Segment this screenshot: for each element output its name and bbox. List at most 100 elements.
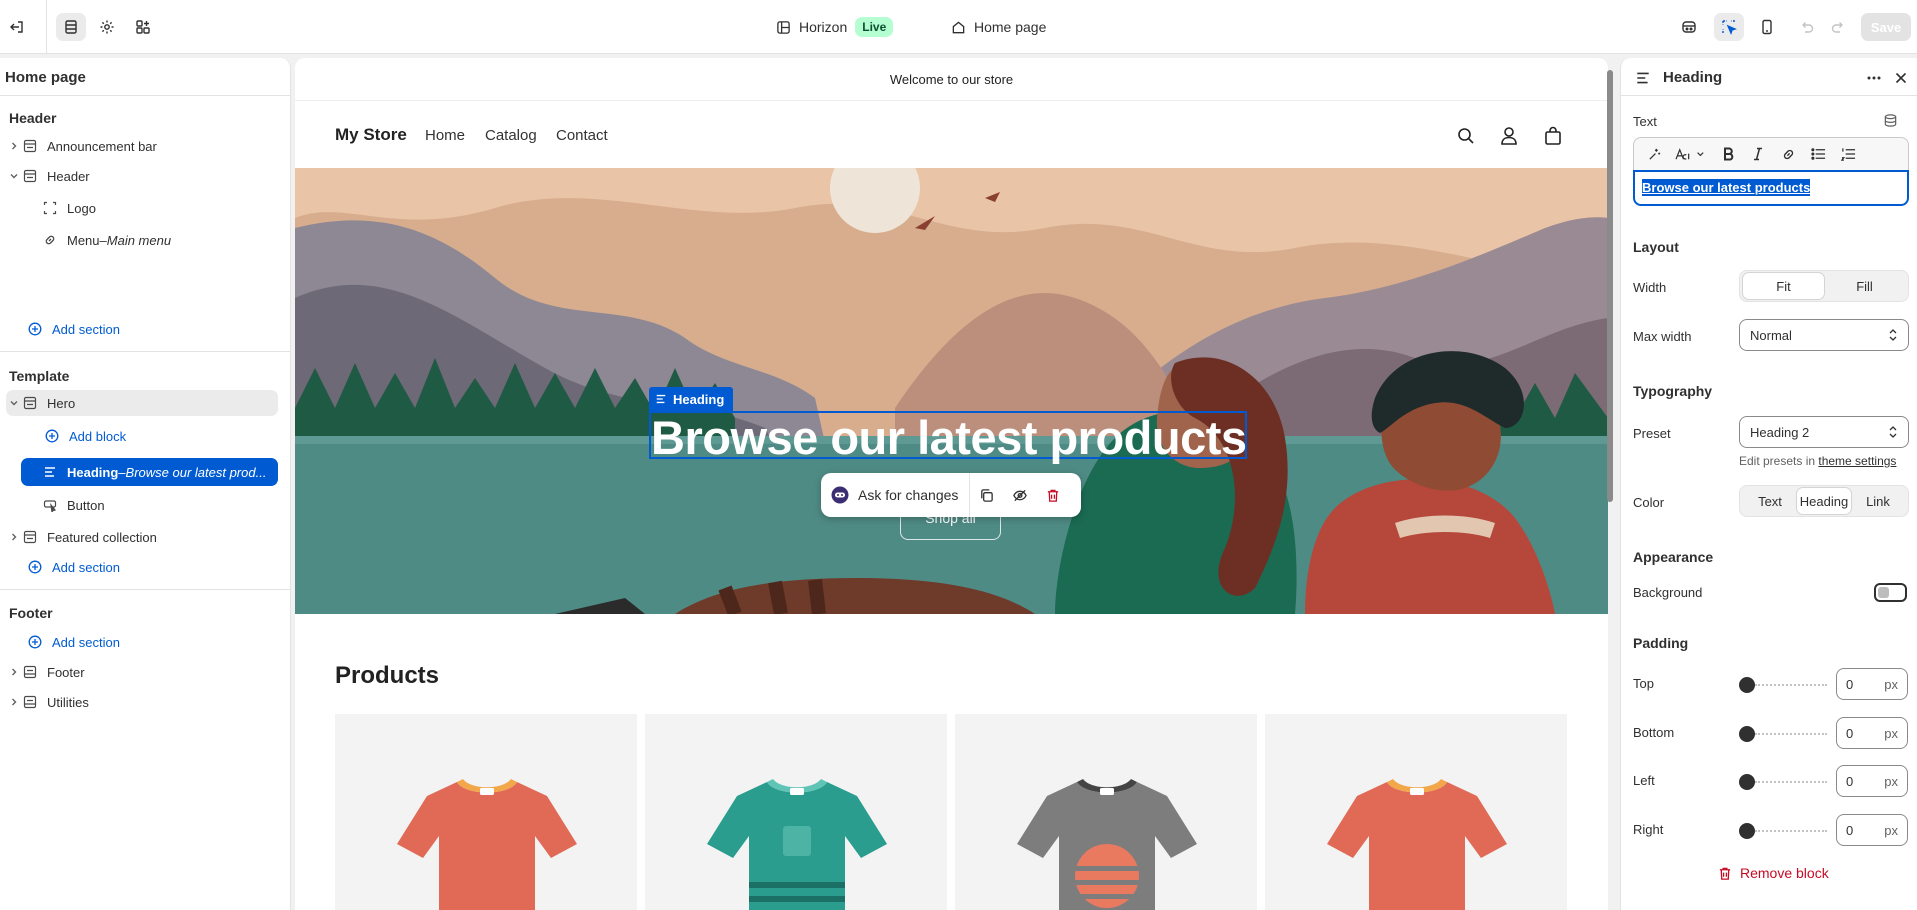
slider-knob[interactable] bbox=[1739, 677, 1755, 693]
add-section-header-button[interactable]: Add section bbox=[27, 316, 267, 342]
add-block-button[interactable]: Add block bbox=[44, 423, 274, 449]
nav-contact[interactable]: Contact bbox=[556, 127, 608, 144]
padding-right-slider[interactable] bbox=[1739, 823, 1827, 839]
products-heading[interactable]: Products bbox=[335, 662, 439, 690]
theme-settings-link[interactable]: theme settings bbox=[1818, 454, 1896, 468]
block-menu[interactable]: Menu – Main menu bbox=[42, 227, 282, 253]
color-text-option[interactable]: Text bbox=[1743, 488, 1797, 514]
heading-text-editor[interactable]: Browse our latest products bbox=[1633, 170, 1909, 206]
padding-left-input[interactable]: 0 px bbox=[1836, 765, 1908, 797]
section-featured-collection[interactable]: Featured collection bbox=[6, 524, 278, 550]
background-toggle[interactable] bbox=[1874, 583, 1907, 602]
selected-block-tag-label: Heading bbox=[673, 391, 725, 407]
width-fit-option[interactable]: Fit bbox=[1743, 273, 1824, 299]
account-icon[interactable] bbox=[1500, 126, 1518, 146]
chevron-right-icon[interactable] bbox=[6, 532, 22, 542]
padding-left-slider[interactable] bbox=[1739, 774, 1827, 790]
chevron-right-icon[interactable] bbox=[6, 667, 22, 677]
remove-block-button[interactable]: Remove block bbox=[1718, 865, 1829, 881]
close-icon[interactable] bbox=[1893, 70, 1909, 86]
width-fill-option[interactable]: Fill bbox=[1824, 273, 1905, 299]
section-hero[interactable]: Hero bbox=[6, 390, 278, 416]
sections-icon[interactable] bbox=[56, 13, 86, 41]
selected-block-tag[interactable]: Heading bbox=[649, 387, 734, 411]
block-button[interactable]: Button bbox=[42, 492, 282, 518]
undo-icon[interactable] bbox=[1792, 13, 1822, 41]
section-icon bbox=[22, 665, 38, 679]
font-size-dropdown[interactable] bbox=[1669, 140, 1713, 168]
padding-bottom-input[interactable]: 0 px bbox=[1836, 717, 1908, 749]
max-width-select[interactable]: Normal bbox=[1739, 319, 1909, 351]
divider bbox=[0, 351, 291, 352]
preset-select[interactable]: Heading 2 bbox=[1739, 416, 1909, 448]
padding-right-label: Right bbox=[1633, 822, 1664, 837]
hero-banner[interactable] bbox=[295, 168, 1608, 614]
numbered-list-icon[interactable] bbox=[1833, 140, 1863, 168]
inspector-select-icon[interactable] bbox=[1714, 13, 1744, 41]
ai-magic-icon[interactable] bbox=[1639, 140, 1669, 168]
nav-home[interactable]: Home bbox=[425, 127, 465, 144]
padding-bottom-value: 0 bbox=[1846, 725, 1854, 741]
padding-right-input[interactable]: 0 px bbox=[1836, 814, 1908, 846]
link-icon[interactable] bbox=[1773, 140, 1803, 168]
nav-catalog[interactable]: Catalog bbox=[485, 127, 537, 144]
sections-panel: Home page Header Announcement bar Header… bbox=[0, 58, 291, 910]
plus-circle-icon bbox=[27, 322, 43, 336]
chevron-down-icon[interactable] bbox=[6, 171, 22, 181]
cart-icon[interactable] bbox=[1544, 126, 1562, 146]
settings-gear-icon[interactable] bbox=[92, 13, 122, 41]
page-selector[interactable]: Home page bbox=[951, 15, 1046, 39]
color-heading-option[interactable]: Heading bbox=[1797, 488, 1851, 514]
group-footer-label: Footer bbox=[9, 605, 53, 621]
add-section-template-button[interactable]: Add section bbox=[27, 554, 267, 580]
slider-knob[interactable] bbox=[1739, 823, 1755, 839]
tshirt-orange-image bbox=[397, 779, 577, 910]
section-header[interactable]: Header bbox=[6, 163, 278, 189]
padding-bottom-slider[interactable] bbox=[1739, 726, 1827, 742]
exit-icon[interactable] bbox=[2, 13, 32, 41]
hero-heading[interactable]: Browse our latest products bbox=[651, 410, 1247, 465]
slider-knob[interactable] bbox=[1739, 726, 1755, 742]
padding-top-input[interactable]: 0 px bbox=[1836, 668, 1908, 700]
duplicate-icon[interactable] bbox=[970, 473, 1003, 517]
mobile-preview-icon[interactable] bbox=[1752, 13, 1782, 41]
store-brand[interactable]: My Store bbox=[335, 125, 407, 145]
delete-trash-icon[interactable] bbox=[1036, 473, 1069, 517]
ai-sidekick-icon[interactable] bbox=[1674, 13, 1704, 41]
block-logo[interactable]: Logo bbox=[42, 195, 282, 221]
save-button[interactable]: Save bbox=[1861, 13, 1911, 41]
italic-icon[interactable] bbox=[1743, 140, 1773, 168]
slider-knob[interactable] bbox=[1739, 774, 1755, 790]
section-announcement-bar[interactable]: Announcement bar bbox=[6, 133, 278, 159]
announcement-bar[interactable]: Welcome to our store bbox=[295, 58, 1608, 101]
block-heading-selected[interactable]: Heading – Browse our latest prod... bbox=[21, 458, 278, 486]
section-footer[interactable]: Footer bbox=[6, 659, 278, 685]
apps-icon[interactable] bbox=[128, 13, 158, 41]
select-arrows-icon bbox=[1889, 426, 1897, 438]
chevron-down-icon[interactable] bbox=[6, 398, 22, 408]
padding-top-slider[interactable] bbox=[1739, 677, 1827, 693]
preview-scrollbar[interactable] bbox=[1607, 70, 1613, 502]
product-card[interactable] bbox=[1265, 714, 1567, 910]
theme-selector[interactable]: Horizon Live bbox=[776, 15, 894, 39]
dynamic-source-icon[interactable] bbox=[1883, 113, 1898, 128]
product-card[interactable] bbox=[955, 714, 1257, 910]
ask-for-changes-button[interactable]: Ask for changes bbox=[821, 473, 971, 517]
product-card[interactable] bbox=[645, 714, 947, 910]
more-options-icon[interactable] bbox=[1866, 70, 1882, 86]
add-section-footer-button[interactable]: Add section bbox=[27, 629, 267, 655]
chevron-right-icon[interactable] bbox=[6, 697, 22, 707]
hide-eye-icon[interactable] bbox=[1003, 473, 1036, 517]
color-link-option[interactable]: Link bbox=[1851, 488, 1905, 514]
unit-label: px bbox=[1884, 676, 1898, 692]
trash-icon bbox=[1719, 867, 1731, 880]
bold-icon[interactable] bbox=[1713, 140, 1743, 168]
product-card[interactable] bbox=[335, 714, 637, 910]
chevron-right-icon[interactable] bbox=[6, 141, 22, 151]
bullet-list-icon[interactable] bbox=[1803, 140, 1833, 168]
section-utilities[interactable]: Utilities bbox=[6, 689, 278, 715]
top-bar: Horizon Live Home page Save bbox=[0, 0, 1917, 54]
width-segmented-control: Fit Fill bbox=[1739, 270, 1909, 302]
redo-icon[interactable] bbox=[1823, 13, 1853, 41]
search-icon[interactable] bbox=[1457, 127, 1475, 145]
